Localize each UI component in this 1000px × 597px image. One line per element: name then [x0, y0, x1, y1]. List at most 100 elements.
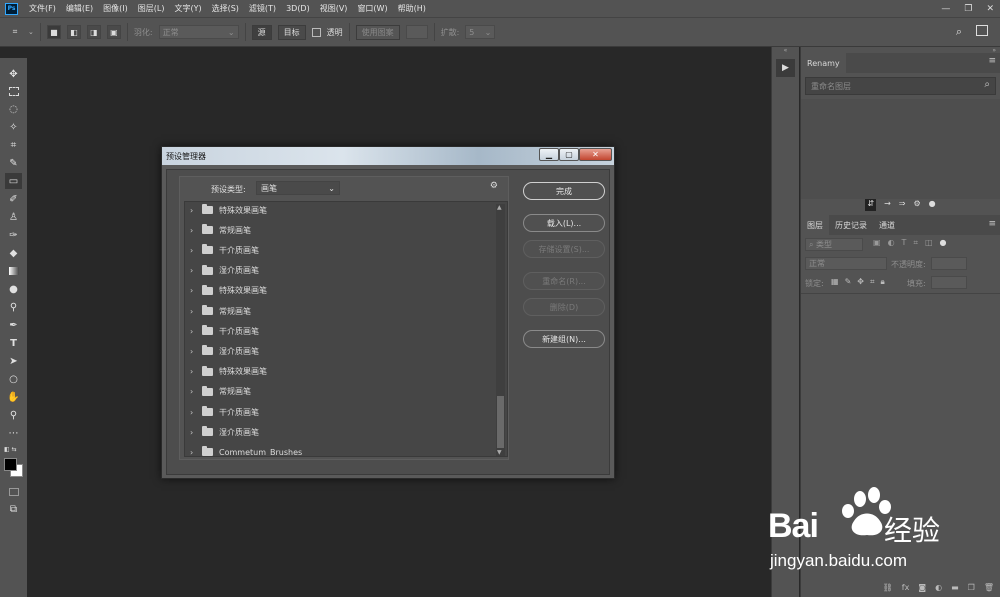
- close-button[interactable]: ✕: [986, 4, 994, 14]
- trash-icon[interactable]: 🗑︎: [984, 583, 994, 592]
- fx-icon[interactable]: fx: [902, 583, 910, 592]
- lasso-tool-icon[interactable]: ◌: [5, 101, 22, 117]
- scroll-up-icon[interactable]: ▲: [497, 204, 502, 211]
- history-brush-icon[interactable]: ✑: [5, 227, 22, 243]
- preset-group-row[interactable]: › 干介质画笔: [185, 240, 495, 260]
- hand-tool-icon[interactable]: ✋: [5, 389, 22, 405]
- patch-tool-icon[interactable]: ⌗: [8, 25, 22, 39]
- filter-toggle-icon[interactable]: ●: [940, 238, 947, 248]
- path-selection-icon[interactable]: ➤: [5, 353, 22, 369]
- settings-icon[interactable]: ⚙: [913, 199, 920, 211]
- move-tool-icon[interactable]: ✥: [5, 66, 22, 82]
- chevron-right-icon[interactable]: ›: [190, 307, 202, 316]
- crop-tool-icon[interactable]: ⌗: [5, 137, 22, 153]
- zoom-tool-icon[interactable]: ⚲: [5, 407, 22, 423]
- menu-item[interactable]: 图像(I): [98, 0, 133, 17]
- mode-select[interactable]: 正常 ⌄: [158, 25, 239, 39]
- delete-button[interactable]: 删除(D): [523, 298, 605, 316]
- menu-item[interactable]: 文件(F): [24, 0, 61, 17]
- load-button[interactable]: 载入(L)...: [523, 214, 605, 232]
- chevron-right-icon[interactable]: ›: [190, 408, 202, 417]
- gear-icon[interactable]: ⚙: [490, 181, 498, 191]
- type-tool-icon[interactable]: T: [5, 335, 22, 351]
- renamy-search-input[interactable]: 重命名图层 ⌕: [805, 77, 996, 95]
- collapse-icon[interactable]: «: [772, 47, 799, 54]
- preset-group-row[interactable]: › 常规画笔: [185, 382, 495, 402]
- adjustment-filter-icon[interactable]: ◐: [888, 238, 895, 248]
- new-layer-icon[interactable]: ❐: [968, 583, 975, 592]
- eraser-icon[interactable]: ◆: [5, 245, 22, 261]
- save-set-button[interactable]: 存储设置(S)...: [523, 240, 605, 258]
- new-selection-icon[interactable]: ■: [46, 25, 61, 39]
- menu-item[interactable]: 编辑(E): [61, 0, 98, 17]
- menu-item[interactable]: 帮助(H): [393, 0, 431, 17]
- preset-group-row[interactable]: › 湿介质画笔: [185, 422, 495, 442]
- menu-item[interactable]: 视图(V): [315, 0, 353, 17]
- menu-item[interactable]: 3D(D): [281, 0, 315, 17]
- search-icon[interactable]: ⌕: [984, 79, 990, 90]
- dodge-tool-icon[interactable]: ⚲: [5, 299, 22, 315]
- menu-item[interactable]: 滤镜(T): [244, 0, 281, 17]
- tab-channels[interactable]: 通道: [873, 215, 901, 235]
- rename-button[interactable]: 重命名(R)...: [523, 272, 605, 290]
- pen-tool-icon[interactable]: ✒: [5, 317, 22, 333]
- diffuse-select[interactable]: 5 ⌄: [465, 25, 496, 39]
- eyedropper-icon[interactable]: ✎: [5, 155, 22, 171]
- default-colors-icon[interactable]: ◧ ⇆: [4, 446, 17, 453]
- ellipse-tool-icon[interactable]: ○: [5, 371, 22, 387]
- target-button[interactable]: 目标: [277, 24, 306, 40]
- tab-layers[interactable]: 图层: [801, 215, 829, 235]
- more-tools-icon[interactable]: ⋯: [5, 425, 22, 441]
- source-button[interactable]: 源: [251, 24, 272, 40]
- done-button[interactable]: 完成: [523, 182, 605, 200]
- quick-mask-icon[interactable]: [5, 484, 22, 500]
- mask-icon[interactable]: ◙: [918, 583, 926, 592]
- panel-menu-icon[interactable]: ≡: [988, 219, 996, 229]
- magic-wand-icon[interactable]: ✧: [5, 119, 22, 135]
- chevron-right-icon[interactable]: ›: [190, 367, 202, 376]
- marquee-tool-icon[interactable]: [5, 83, 22, 99]
- chevron-right-icon[interactable]: ›: [190, 448, 202, 456]
- preset-group-row[interactable]: › 常规画笔: [185, 220, 495, 240]
- lock-image-icon[interactable]: ✎: [845, 277, 852, 287]
- type-filter-icon[interactable]: T: [902, 238, 907, 248]
- tool-preset-chevron-icon[interactable]: ⌄: [28, 28, 34, 36]
- scroll-down-icon[interactable]: ▼: [497, 449, 502, 456]
- arrow-right-icon[interactable]: ⇒: [899, 199, 906, 211]
- gradient-icon[interactable]: [5, 263, 22, 279]
- chevron-right-icon[interactable]: ›: [190, 226, 202, 235]
- dialog-maximize-button[interactable]: ▢: [559, 148, 579, 161]
- pattern-picker[interactable]: [405, 25, 428, 39]
- foreground-color-swatch[interactable]: [4, 458, 17, 471]
- layer-filter-select[interactable]: ⌕ 类型: [805, 238, 863, 251]
- chevron-right-icon[interactable]: ›: [190, 327, 202, 336]
- lock-all-icon[interactable]: 🔒︎: [880, 277, 884, 287]
- fill-field[interactable]: [931, 276, 967, 289]
- info-icon[interactable]: ●: [929, 199, 936, 211]
- chevron-right-icon[interactable]: ›: [190, 286, 202, 295]
- subtract-selection-icon[interactable]: ◨: [86, 25, 101, 39]
- preset-group-row[interactable]: › 湿介质画笔: [185, 341, 495, 361]
- chevron-right-icon[interactable]: ›: [190, 206, 202, 215]
- new-group-button[interactable]: 新建组(N)...: [523, 330, 605, 348]
- patch-tool-icon[interactable]: ▭: [5, 173, 22, 189]
- dialog-close-button[interactable]: ✕: [579, 148, 612, 161]
- tab-renamy[interactable]: Renamy: [801, 53, 846, 73]
- smart-object-filter-icon[interactable]: ◫: [925, 238, 933, 248]
- preset-group-row[interactable]: › Commetum_Brushes: [185, 442, 495, 456]
- lock-transparent-icon[interactable]: ▦: [831, 277, 839, 287]
- workspace-icon[interactable]: [976, 25, 988, 36]
- menu-item[interactable]: 窗口(W): [352, 0, 392, 17]
- panel-menu-icon[interactable]: ≡: [988, 56, 996, 66]
- intersect-selection-icon[interactable]: ▣: [106, 25, 121, 39]
- chevron-right-icon[interactable]: ›: [190, 347, 202, 356]
- menu-item[interactable]: 选择(S): [207, 0, 244, 17]
- add-selection-icon[interactable]: ◧: [66, 25, 81, 39]
- search-icon[interactable]: ⌕: [956, 25, 962, 39]
- shape-filter-icon[interactable]: ⌗: [913, 238, 918, 248]
- lock-position-icon[interactable]: ✥: [857, 277, 864, 287]
- menu-item[interactable]: 文字(Y): [169, 0, 206, 17]
- chevron-right-icon[interactable]: ›: [190, 246, 202, 255]
- preset-group-row[interactable]: › 常规画笔: [185, 301, 495, 321]
- chevron-right-icon[interactable]: ›: [190, 428, 202, 437]
